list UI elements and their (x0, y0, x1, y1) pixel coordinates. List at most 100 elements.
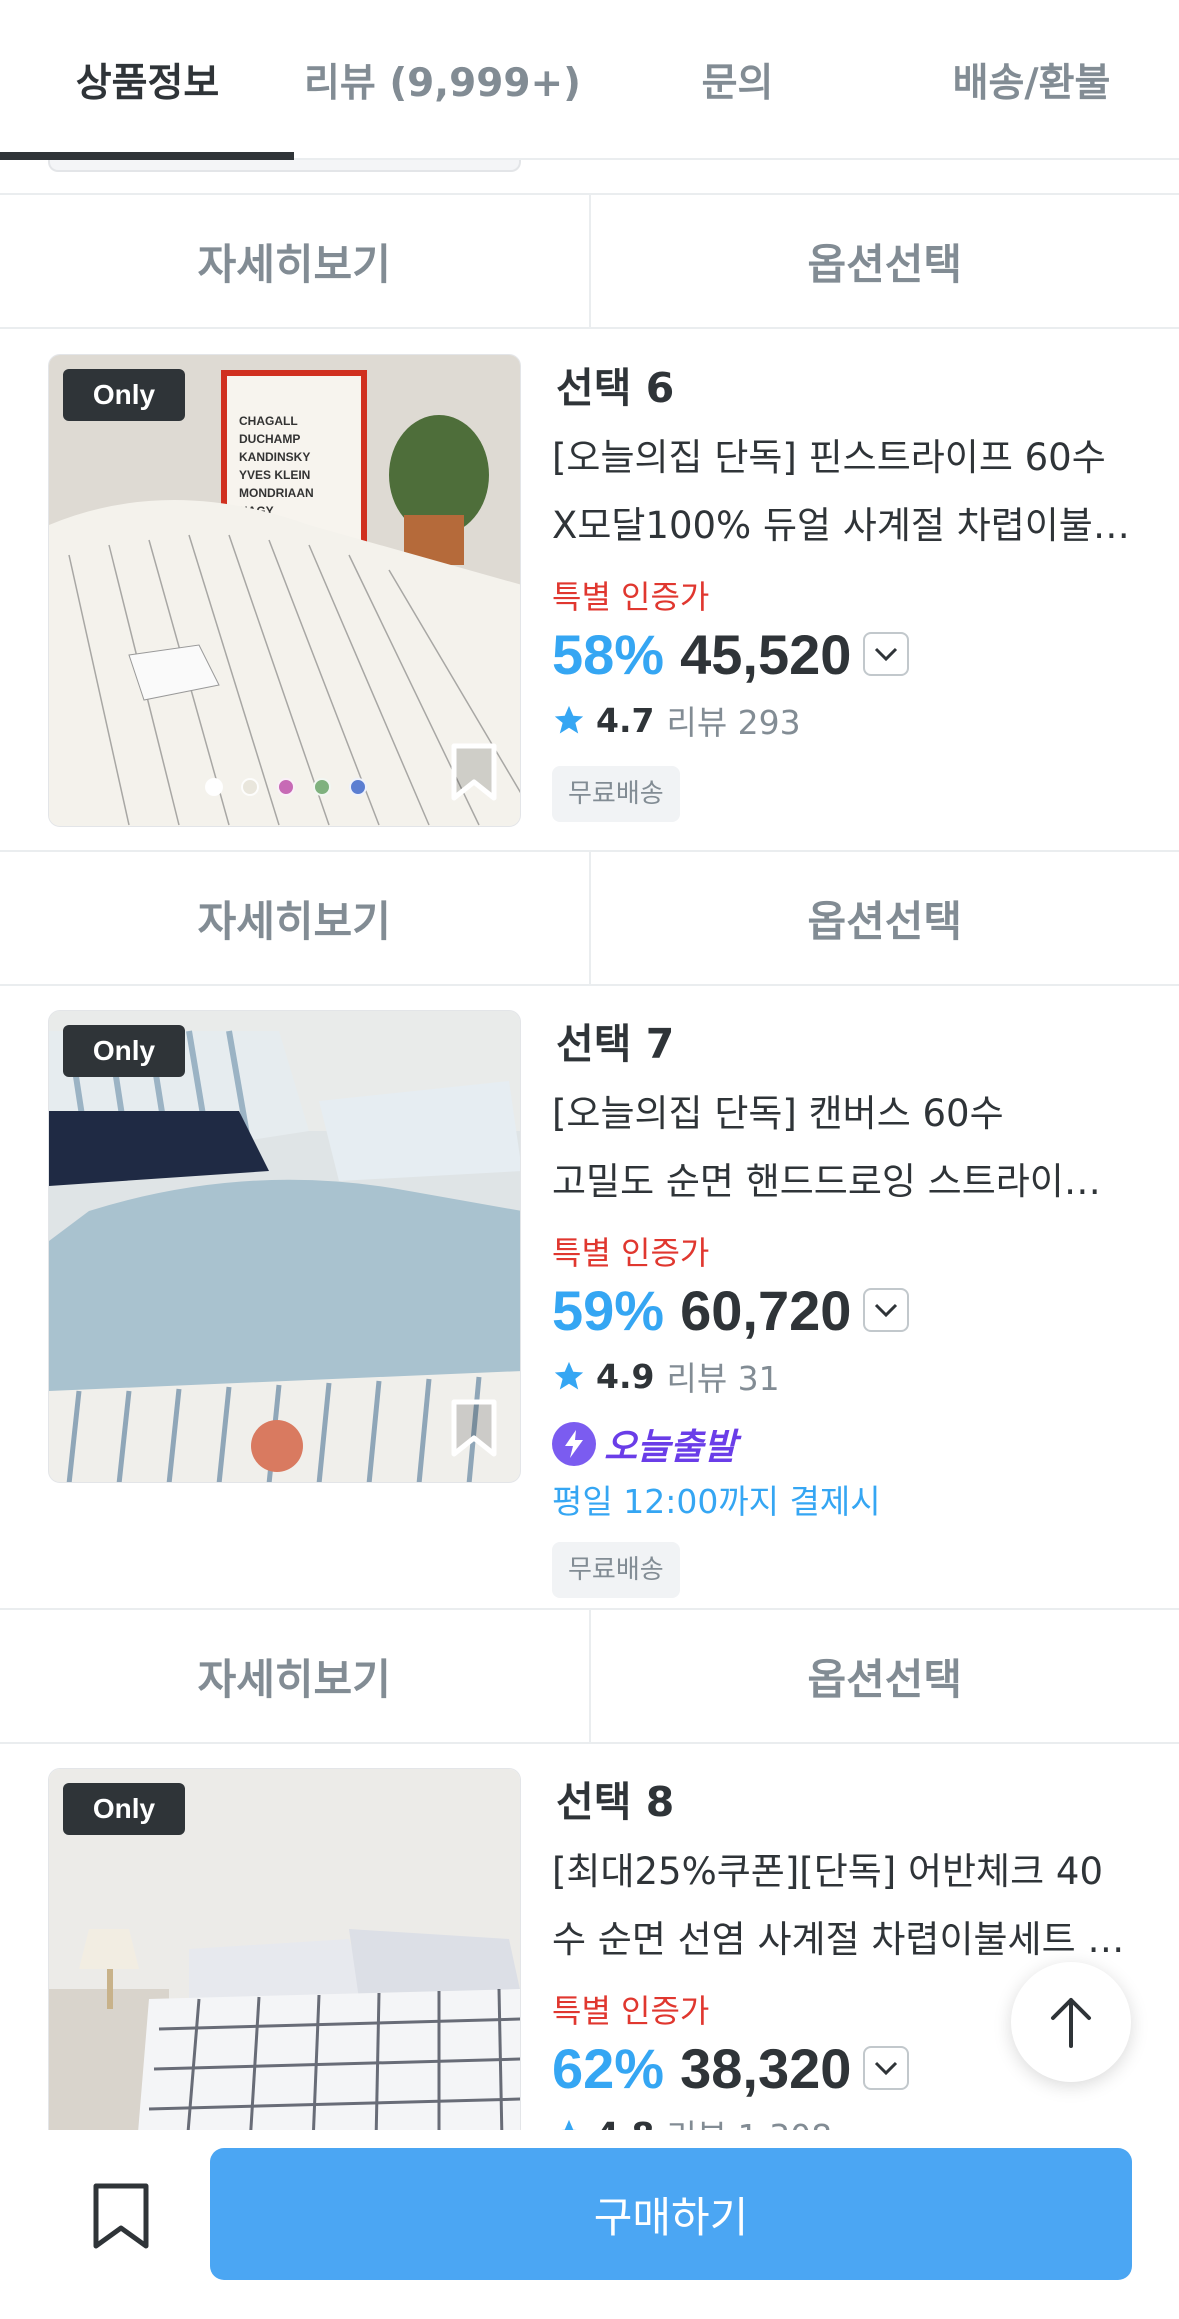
tab-label: 상품정보 (75, 61, 220, 106)
free-shipping-badge: 무료배송 (552, 766, 680, 822)
rating-row: 4.7 리뷰 293 (552, 692, 1152, 748)
bookmark-icon[interactable] (450, 742, 498, 802)
star-icon (554, 1361, 584, 1390)
product-title: [오늘의집 단독] 캔버스 60수 고밀도 순면 핸드드로잉 스트라이프 차렵이… (552, 1080, 1152, 1216)
product-image[interactable]: Only (48, 1768, 521, 2130)
bookmark-icon[interactable] (450, 1398, 498, 1458)
scroll-to-top-button[interactable] (1011, 1962, 1131, 2082)
review-count: 리뷰 31 (666, 1359, 780, 1398)
discount-rate: 62% (552, 2036, 665, 2100)
rating-row: 4.9 리뷰 31 (552, 1348, 1152, 1404)
option-number: 선택 8 (552, 1768, 679, 1828)
color-swatches (205, 778, 367, 796)
free-shipping-badge: 무료배송 (552, 1542, 680, 1598)
detail-button[interactable]: 자세히보기 (0, 1610, 591, 1742)
price-row: 58% 45,520 (552, 616, 1152, 692)
tab-product-info[interactable]: 상품정보 (0, 0, 295, 160)
previous-product-thumb-edge (48, 160, 521, 172)
price: 60,720 (680, 1278, 852, 1342)
review-count: 리뷰 293 (666, 703, 801, 742)
review-count: 리뷰 1,308 (666, 2110, 832, 2130)
svg-text:MONDRIAAN: MONDRIAAN (239, 486, 314, 500)
product-item[interactable]: Only 선택 8 [최대25%쿠폰][단독] 어반체크 40 수 순면 선염 … (0, 1768, 1179, 2130)
buy-button[interactable]: 구매하기 (210, 2148, 1132, 2280)
svg-text:DUCHAMP: DUCHAMP (239, 432, 300, 446)
option-select-label: 옵션선택 (807, 896, 963, 946)
product-item[interactable]: Only 선택 7 [오늘의집 단독] 캔버스 60수 고밀도 순면 핸드드로잉… (0, 1010, 1179, 1598)
price: 45,520 (680, 622, 852, 686)
discount-rate: 58% (552, 622, 665, 686)
product-image[interactable]: CHAGALL DUCHAMP KANDINSKY YVES KLEIN MONDRI… (48, 354, 521, 827)
tab-shipping-refund[interactable]: 배송/환불 (884, 0, 1179, 160)
today-departure: 오늘출발 (552, 1414, 1152, 1474)
star-icon (554, 705, 584, 734)
price-detail-toggle[interactable] (863, 2046, 910, 2090)
rating-row: 4.8 리뷰 1,308 (552, 2106, 1152, 2130)
option-select-button[interactable]: 옵션선택 (591, 1610, 1179, 1742)
product-title: [최대25%쿠폰][단독] 어반체크 40 수 순면 선염 사계절 차렵이불세트… (552, 1838, 1152, 1974)
svg-text:YVES KLEIN: YVES KLEIN (239, 468, 310, 482)
product-info: 선택 7 [오늘의집 단독] 캔버스 60수 고밀도 순면 핸드드로잉 스트라이… (552, 1010, 1152, 1598)
today-departure-condition: 평일 12:00까지 결제시 (552, 1482, 881, 1521)
svg-text:KANDINSKY: KANDINSKY (239, 450, 310, 464)
tab-inquiry[interactable]: 문의 (590, 0, 885, 160)
title-line: 고밀도 순면 핸드드로잉 스트라이프 차렵이불 (552, 1160, 1132, 1203)
product-actions: 자세히보기 옵션선택 (0, 1608, 1179, 1744)
bookmark-icon[interactable] (90, 2182, 152, 2252)
product-actions: 자세히보기 옵션선택 (0, 850, 1179, 986)
option-select-label: 옵션선택 (807, 1654, 963, 1704)
option-number: 선택 7 (552, 1010, 679, 1070)
product-item[interactable]: CHAGALL DUCHAMP KANDINSKY YVES KLEIN MONDRI… (0, 354, 1179, 827)
price-row: 59% 60,720 (552, 1272, 1152, 1348)
detail-label: 자세히보기 (197, 896, 391, 946)
special-price-label: 특별 인증가 (552, 578, 710, 616)
only-badge: Only (63, 1783, 185, 1835)
star-icon (561, 2119, 577, 2130)
detail-label: 자세히보기 (197, 1654, 391, 1704)
title-line: [오늘의집 단독] 핀스트라이프 60수 (552, 436, 1106, 479)
only-badge: Only (63, 369, 185, 421)
title-line: [최대25%쿠폰][단독] 어반체크 40 (552, 1850, 1103, 1893)
option-select-button[interactable]: 옵션선택 (591, 195, 1179, 327)
chevron-down-icon (875, 647, 898, 662)
arrow-up-icon (1051, 1998, 1091, 2048)
swatch (277, 778, 295, 796)
detail-label: 자세히보기 (197, 239, 391, 289)
today-departure-label: 오늘출발 (604, 1427, 737, 1468)
swatch (205, 778, 223, 796)
tab-label: 문의 (701, 61, 774, 106)
swatch (313, 778, 331, 796)
tab-label: 리뷰 (9,999+) (303, 61, 582, 106)
tab-reviews[interactable]: 리뷰 (9,999+) (295, 0, 590, 160)
swatch (349, 778, 367, 796)
option-number: 선택 6 (552, 354, 679, 414)
rating-value: 4.8 (596, 2115, 654, 2131)
product-actions: 자세히보기 옵션선택 (0, 193, 1179, 329)
active-tab-indicator (0, 152, 294, 160)
special-price-label: 특별 인증가 (552, 1234, 710, 1272)
rating-value: 4.7 (596, 700, 655, 740)
product-image[interactable]: Only (48, 1010, 521, 1483)
rating-value: 4.9 (596, 1356, 655, 1396)
bottom-action-bar: 구매하기 (0, 2130, 1179, 2319)
detail-button[interactable]: 자세히보기 (0, 195, 591, 327)
price-detail-toggle[interactable] (863, 1288, 910, 1332)
title-line: [오늘의집 단독] 캔버스 60수 (552, 1092, 1004, 1135)
only-badge: Only (63, 1025, 185, 1077)
price: 38,320 (680, 2036, 852, 2100)
chevron-down-icon (875, 1303, 898, 1318)
option-select-button[interactable]: 옵션선택 (591, 852, 1179, 984)
swatch (241, 778, 259, 796)
chevron-down-icon (875, 2061, 898, 2076)
product-title: [오늘의집 단독] 핀스트라이프 60수 X모달100% 듀얼 사계절 차렵이불… (552, 424, 1152, 560)
discount-rate: 59% (552, 1278, 665, 1342)
tab-bar: 상품정보 리뷰 (9,999+) 문의 배송/환불 (0, 0, 1179, 160)
detail-button[interactable]: 자세히보기 (0, 852, 591, 984)
title-line: X모달100% 듀얼 사계절 차렵이불세트 (552, 504, 1132, 547)
option-select-label: 옵션선택 (807, 239, 963, 289)
svg-text:CHAGALL: CHAGALL (239, 414, 298, 428)
tab-label: 배송/환불 (952, 61, 1111, 106)
title-line: 수 순면 선염 사계절 차렵이불세트 모음 (552, 1918, 1132, 1961)
product-info: 선택 6 [오늘의집 단독] 핀스트라이프 60수 X모달100% 듀얼 사계절… (552, 354, 1152, 822)
price-detail-toggle[interactable] (863, 632, 910, 676)
